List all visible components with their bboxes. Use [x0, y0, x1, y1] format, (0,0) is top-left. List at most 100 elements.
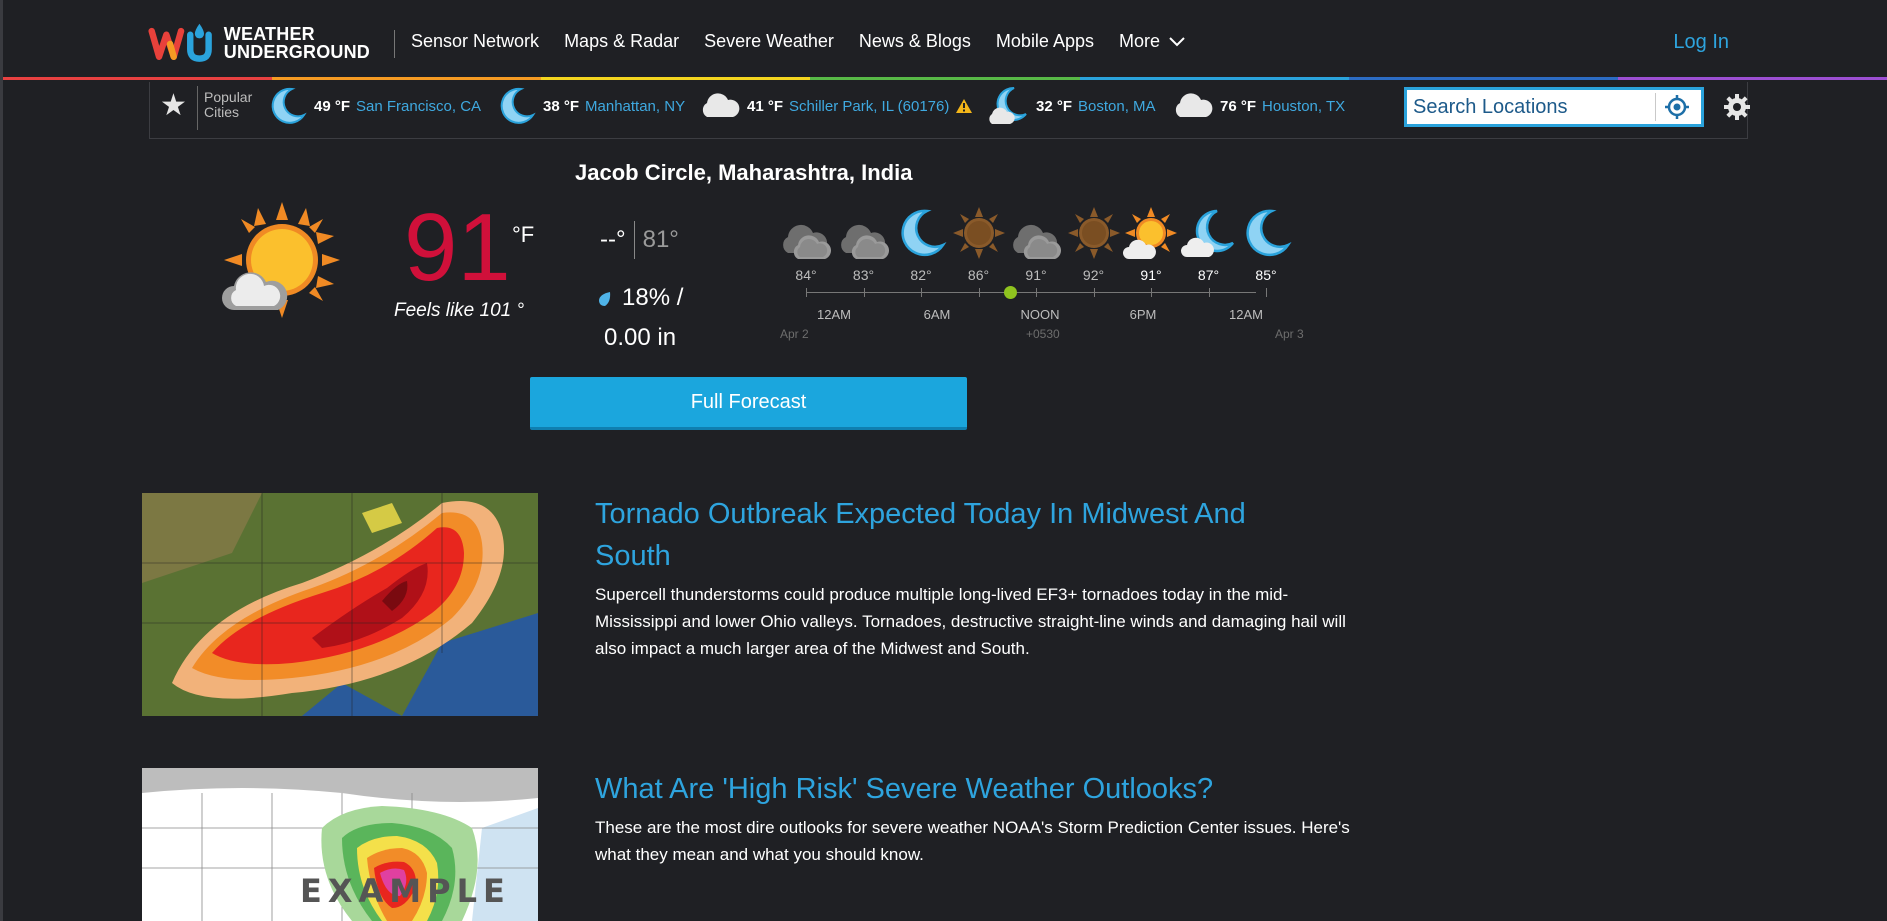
hourly-temp: 87° — [1197, 267, 1220, 283]
hourly-temp: 84° — [795, 267, 817, 283]
high-low: --° 81° — [600, 221, 679, 259]
popular-cities-label: Popular Cities — [204, 89, 253, 120]
city-name: Manhattan, NY — [585, 97, 686, 115]
city-item-schiller-park[interactable]: 41 °F Schiller Park, IL (60176) — [697, 82, 973, 130]
site-header: WEATHER UNDERGROUND Sensor Network Maps … — [0, 0, 1887, 80]
nav-more[interactable]: More — [1119, 31, 1186, 52]
moon-icon — [271, 87, 307, 124]
window-edge — [0, 0, 3, 921]
precip-chance: 18% / — [622, 284, 684, 311]
crosshair-icon — [1665, 95, 1689, 119]
temp-unit[interactable]: °F — [512, 222, 534, 248]
search-input[interactable] — [1407, 91, 1655, 123]
hourly-forecast: 12AM 6AM NOON 6PM 12AM Apr 2 +0530 Apr 3… — [778, 205, 1308, 345]
city-name: Boston, MA — [1078, 97, 1156, 115]
hourly-temp: 82° — [910, 267, 932, 283]
city-temp: 49 °F — [314, 97, 351, 115]
current-temp: 91 — [404, 194, 511, 301]
city-temp: 32 °F — [1036, 97, 1073, 115]
hourly-tick — [1208, 288, 1210, 297]
nav-more-label: More — [1118, 31, 1160, 51]
moon-icon — [500, 87, 536, 124]
hourly-tick — [806, 288, 807, 297]
rainbow-segment — [1079, 77, 1349, 80]
wu-logo[interactable]: WEATHER UNDERGROUND — [148, 16, 370, 70]
fav-divider — [197, 86, 198, 130]
login-link[interactable]: Log In — [1673, 31, 1729, 54]
city-item-houston[interactable]: 76 °F Houston, TX — [1170, 82, 1345, 130]
full-forecast-button[interactable]: Full Forecast — [530, 377, 967, 430]
chevron-down-icon — [1169, 36, 1185, 46]
search-box — [1404, 87, 1704, 127]
main-nav: Sensor Network Maps & Radar Severe Weath… — [411, 31, 1211, 52]
rainbow-segment — [810, 77, 1080, 80]
city-temp: 38 °F — [543, 97, 580, 115]
city-name: Schiller Park, IL (60176) — [789, 97, 950, 115]
hourly-tick — [1151, 288, 1152, 297]
hourly-timezone: +0530 — [1026, 327, 1060, 341]
alert-icon[interactable] — [955, 98, 973, 114]
hourly-tick — [863, 288, 865, 297]
rainbow-segment — [1617, 77, 1887, 80]
city-temp: 41 °F — [747, 97, 784, 115]
hourly-tick — [1093, 288, 1095, 297]
current-time-marker — [1004, 286, 1017, 299]
clouds-icon — [783, 224, 832, 259]
article-description: Supercell thunderstorms could produce mu… — [595, 585, 1346, 658]
hourly-date-start: Apr 2 — [780, 327, 809, 341]
hourly-date-end: Apr 3 — [1275, 327, 1304, 341]
hourly-temp: 83° — [852, 267, 875, 283]
feels-like: Feels like 101 ° — [394, 300, 525, 321]
article-thumbnail[interactable] — [142, 493, 538, 716]
hourly-label-12am-next: 12AM — [1229, 307, 1263, 322]
nav-severe-weather[interactable]: Severe Weather — [704, 31, 834, 52]
city-temp: 76 °F — [1220, 97, 1257, 115]
city-name: San Francisco, CA — [356, 97, 482, 115]
moon-cloud-icon — [989, 86, 1027, 124]
nav-mobile-apps[interactable]: Mobile Apps — [996, 31, 1094, 52]
sun-cloud-icon — [222, 202, 340, 318]
wu-logo-icon — [148, 23, 212, 62]
rainbow-segment — [3, 77, 273, 80]
sun-icon — [1067, 207, 1120, 259]
hourly-temp: 85° — [1255, 267, 1277, 283]
header-divider — [394, 30, 395, 58]
city-item-boston[interactable]: 32 °F Boston, MA — [986, 82, 1156, 130]
sun-cloud-icon — [1123, 207, 1177, 259]
high-low-divider — [633, 221, 635, 259]
nav-news-blogs[interactable]: News & Blogs — [859, 31, 971, 52]
rainbow-stripe — [3, 77, 1887, 80]
moon-cloud-icon — [1180, 209, 1234, 257]
star-icon[interactable]: ★ — [160, 88, 187, 124]
rainbow-segment — [541, 77, 811, 80]
rainbow-segment — [1348, 77, 1618, 80]
article-title[interactable]: What Are 'High Risk' Severe Weather Outl… — [595, 768, 1315, 810]
moon-icon — [1246, 209, 1292, 257]
hourly-temp: 91° — [1140, 267, 1162, 283]
hourly-label-noon: NOON — [1020, 307, 1060, 322]
city-item-manhattan[interactable]: 38 °F Manhattan, NY — [495, 82, 685, 130]
moon-icon — [901, 209, 947, 257]
city-item-san-francisco[interactable]: 49 °F San Francisco, CA — [266, 82, 481, 130]
example-watermark: EXAMPLE — [300, 872, 511, 910]
clouds-icon — [840, 224, 889, 259]
clouds-icon — [1013, 224, 1062, 259]
hourly-tick — [1266, 288, 1267, 297]
precip-amount: 0.00 in — [604, 324, 677, 351]
low-temp: 81° — [642, 226, 679, 253]
nav-maps-radar[interactable]: Maps & Radar — [564, 31, 679, 52]
locate-button[interactable] — [1656, 94, 1698, 120]
article-title[interactable]: Tornado Outbreak Expected Today In Midwe… — [595, 493, 1315, 577]
article-description: These are the most dire outlooks for sev… — [595, 818, 1350, 864]
cloud-icon — [702, 93, 740, 117]
cloud-icon — [1175, 93, 1213, 117]
hourly-tick — [921, 288, 922, 297]
raindrop-icon — [599, 291, 611, 306]
location-title: Jacob Circle, Maharashtra, India — [575, 160, 913, 185]
gear-icon[interactable] — [1722, 92, 1752, 122]
rainbow-segment — [272, 77, 542, 80]
hourly-tick — [978, 288, 980, 297]
hourly-label-6pm: 6PM — [1129, 307, 1157, 322]
article-thumbnail[interactable]: EXAMPLE — [142, 768, 538, 921]
nav-sensor-network[interactable]: Sensor Network — [411, 31, 539, 52]
